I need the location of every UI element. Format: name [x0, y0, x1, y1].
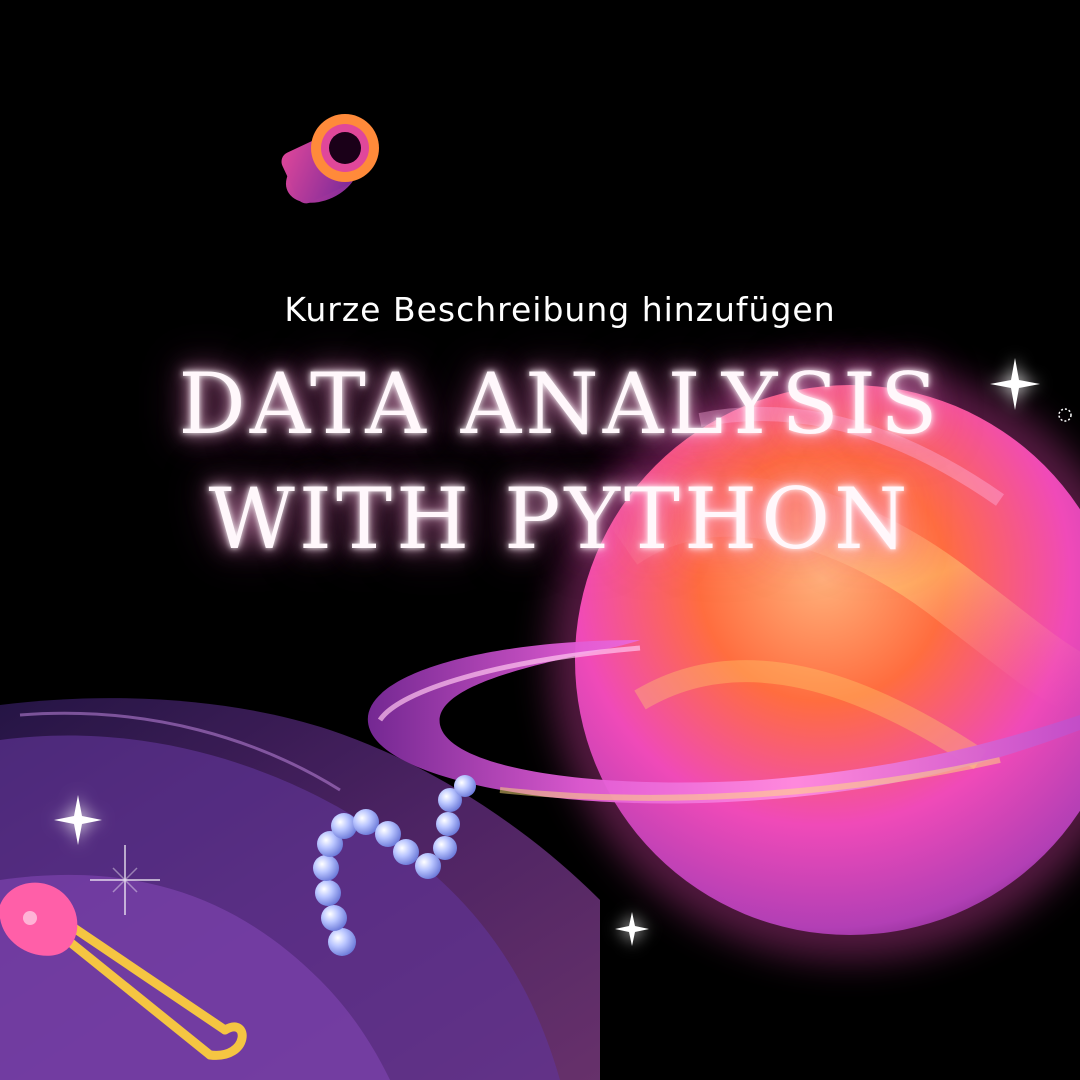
poster-canvas: Kurze Beschreibung hinzufügen DATA ANALY…	[0, 0, 1080, 1080]
title-line-2: WITH PYTHON	[208, 470, 912, 568]
ring-tube-icon	[281, 114, 379, 204]
ribbon-wave	[0, 698, 600, 1080]
title-line-1: DATA ANALYSIS	[178, 355, 942, 453]
subtitle-text: Kurze Beschreibung hinzufügen	[284, 290, 836, 329]
